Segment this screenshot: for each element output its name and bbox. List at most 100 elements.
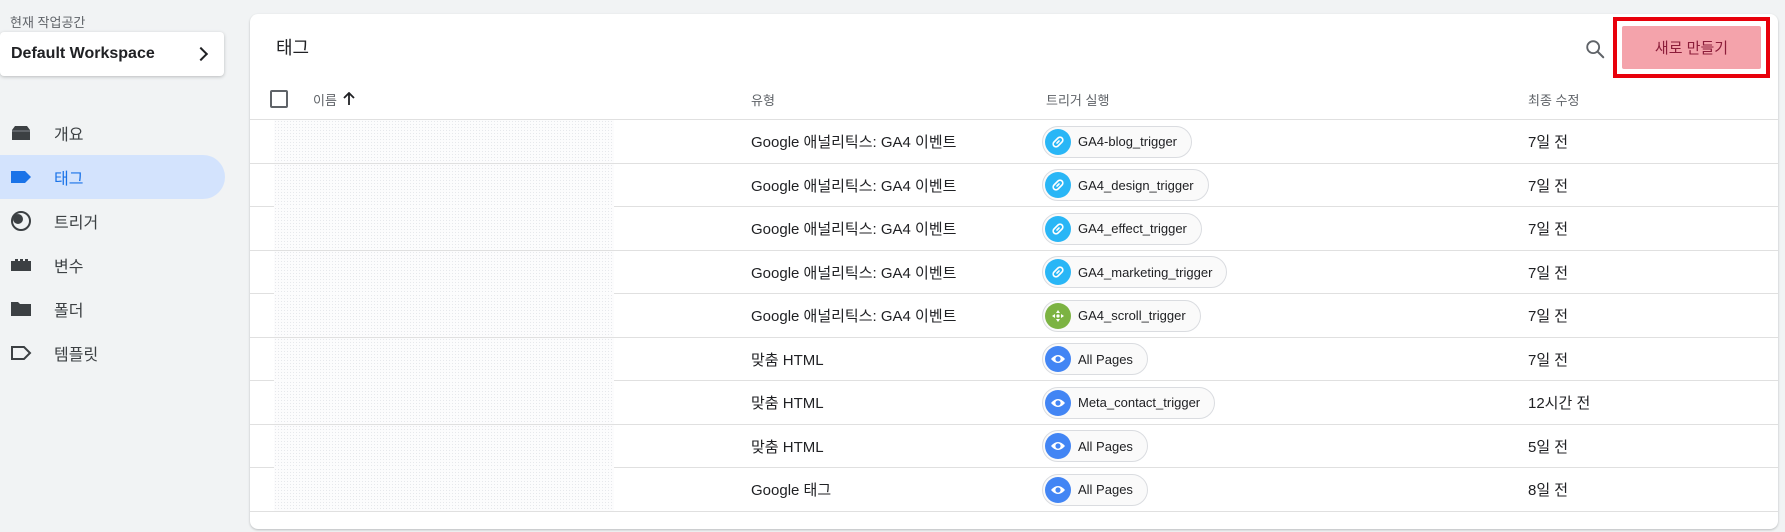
tag-type: Google 태그 xyxy=(751,482,832,499)
last-modified: 12시간 전 xyxy=(1528,395,1591,412)
trigger-chip[interactable]: GA4_scroll_trigger xyxy=(1042,299,1201,332)
sidebar-item-folder[interactable]: 폴더 xyxy=(0,287,225,331)
trigger-cell: All Pages xyxy=(1042,338,1148,381)
table-row[interactable]: Google 애널리틱스: GA4 이벤트 GA4_design_trigger 7… xyxy=(250,163,1778,207)
trigger-cell: All Pages xyxy=(1042,468,1148,511)
column-modified[interactable]: 최종 수정 xyxy=(1528,78,1579,120)
trigger-chip[interactable]: GA4-blog_trigger xyxy=(1042,125,1192,158)
redacted-tag-name xyxy=(274,468,614,511)
trigger-cell: GA4_marketing_trigger xyxy=(1042,251,1228,294)
template-icon xyxy=(10,342,32,364)
eye-icon xyxy=(1045,389,1071,416)
eye-icon xyxy=(1045,476,1071,503)
new-button[interactable]: 새로 만들기 xyxy=(1622,26,1761,69)
trigger-chip-label: GA4_marketing_trigger xyxy=(1078,264,1213,280)
table-row[interactable]: Google 애널리틱스: GA4 이벤트 GA4_marketing_trigg… xyxy=(250,250,1778,294)
trigger-icon xyxy=(10,210,32,232)
table-row[interactable]: Google 태그 All Pages 8일 전 xyxy=(250,468,1778,512)
trigger-chip[interactable]: GA4_design_trigger xyxy=(1042,169,1209,201)
redacted-tag-name xyxy=(274,163,614,207)
last-modified: 7일 전 xyxy=(1528,351,1569,369)
new-button-highlight: 새로 만들기 xyxy=(1613,17,1770,78)
column-trigger[interactable]: 트리거 실행 xyxy=(1046,78,1109,120)
eye-icon xyxy=(1045,433,1071,459)
trigger-chip[interactable]: Meta_contact_trigger xyxy=(1042,386,1216,419)
last-modified: 7일 전 xyxy=(1528,221,1569,238)
redacted-tag-name xyxy=(274,207,614,250)
redacted-tag-name xyxy=(274,424,614,468)
tag-icon xyxy=(10,166,32,188)
trigger-chip[interactable]: All Pages xyxy=(1042,473,1148,506)
last-modified: 7일 전 xyxy=(1528,177,1569,195)
workspace-label: 현재 작업공간 xyxy=(10,15,86,30)
tag-type: 맞춤 HTML xyxy=(751,438,824,456)
table-header: 이름 유형 트리거 실행 최종 수정 xyxy=(250,78,1778,120)
trigger-chip-label: GA4_effect_trigger xyxy=(1078,221,1187,236)
select-all-checkbox[interactable] xyxy=(270,90,288,108)
tag-type: Google 애널리틱스: GA4 이벤트 xyxy=(751,221,957,238)
trigger-cell: GA4_design_trigger xyxy=(1042,164,1209,207)
link-icon xyxy=(1045,259,1071,285)
sidebar-item-variable[interactable]: 변수 xyxy=(0,243,225,287)
trigger-cell: GA4_scroll_trigger xyxy=(1042,294,1201,337)
sort-ascending-icon xyxy=(343,92,355,106)
column-name[interactable]: 이름 xyxy=(313,78,355,120)
trigger-chip[interactable]: All Pages xyxy=(1042,343,1148,375)
tag-type: Google 애널리틱스: GA4 이벤트 xyxy=(751,134,957,151)
last-modified: 7일 전 xyxy=(1528,264,1569,282)
sidebar-item-overview[interactable]: 개요 xyxy=(0,111,225,155)
table-row[interactable]: 맞춤 HTML Meta_contact_trigger 12시간 전 xyxy=(250,381,1778,425)
trigger-chip-label: All Pages xyxy=(1078,482,1133,497)
sidebar-item-template[interactable]: 템플릿 xyxy=(0,331,225,375)
sidebar-item-trigger[interactable]: 트리거 xyxy=(0,199,225,243)
trigger-chip-label: GA4_design_trigger xyxy=(1078,177,1194,193)
tag-type: Google 애널리틱스: GA4 이벤트 xyxy=(751,264,957,282)
table-row[interactable]: 맞춤 HTML All Pages 7일 전 xyxy=(250,337,1778,381)
trigger-chip[interactable]: GA4_marketing_trigger xyxy=(1042,256,1228,288)
column-name-label: 이름 xyxy=(313,92,337,108)
variable-icon xyxy=(10,254,32,276)
tag-type: Google 애널리틱스: GA4 이벤트 xyxy=(751,308,957,325)
redacted-tag-name xyxy=(274,120,614,163)
search-button[interactable] xyxy=(1580,34,1610,64)
redacted-tag-name xyxy=(274,250,614,294)
trigger-cell: GA4_effect_trigger xyxy=(1042,207,1202,250)
sidebar-item-label: 변수 xyxy=(54,259,84,276)
table-row[interactable]: Google 애널리틱스: GA4 이벤트 GA4-blog_trigger 7일 … xyxy=(250,120,1778,164)
trigger-cell: GA4-blog_trigger xyxy=(1042,120,1192,163)
folder-icon xyxy=(10,298,32,320)
sidebar-item-label: 폴더 xyxy=(54,303,84,320)
sidebar-item-label: 개요 xyxy=(54,127,84,144)
table-row[interactable]: Google 애널리틱스: GA4 이벤트 GA4_scroll_trigger 7… xyxy=(250,294,1778,338)
link-icon xyxy=(1045,172,1071,198)
chevron-right-icon xyxy=(193,46,209,62)
workspace-selector[interactable]: Default Workspace xyxy=(0,32,224,76)
last-modified: 5일 전 xyxy=(1528,438,1569,456)
page-title: 태그 xyxy=(276,38,310,58)
sidebar: 현재 작업공간 Default Workspace 개요태그트리거변수폴더템플릿 xyxy=(0,0,236,532)
last-modified: 7일 전 xyxy=(1528,134,1569,151)
last-modified: 7일 전 xyxy=(1528,308,1569,325)
last-modified: 8일 전 xyxy=(1528,482,1569,499)
trigger-chip[interactable]: GA4_effect_trigger xyxy=(1042,212,1202,245)
trigger-chip-label: Meta_contact_trigger xyxy=(1078,395,1201,410)
workspace-name: Default Workspace xyxy=(11,45,155,62)
link-icon xyxy=(1045,215,1071,242)
redacted-tag-name xyxy=(274,337,614,381)
sidebar-item-tag[interactable]: 태그 xyxy=(0,155,225,199)
search-icon xyxy=(1586,40,1605,59)
redacted-tag-name xyxy=(274,294,614,337)
sidebar-item-label: 트리거 xyxy=(54,215,99,232)
tag-type: Google 애널리틱스: GA4 이벤트 xyxy=(751,177,957,195)
sidebar-item-label: 태그 xyxy=(54,171,84,188)
trigger-chip[interactable]: All Pages xyxy=(1042,430,1148,462)
overview-icon xyxy=(10,122,32,144)
column-type[interactable]: 유형 xyxy=(751,78,775,120)
scroll-icon xyxy=(1045,302,1071,329)
sidebar-nav: 개요태그트리거변수폴더템플릿 xyxy=(0,111,236,375)
table-row[interactable]: 맞춤 HTML All Pages 5일 전 xyxy=(250,424,1778,468)
trigger-cell: All Pages xyxy=(1042,425,1148,468)
redacted-tag-name xyxy=(274,381,614,424)
trigger-chip-label: All Pages xyxy=(1078,351,1133,367)
table-row[interactable]: Google 애널리틱스: GA4 이벤트 GA4_effect_trigger 7… xyxy=(250,207,1778,251)
